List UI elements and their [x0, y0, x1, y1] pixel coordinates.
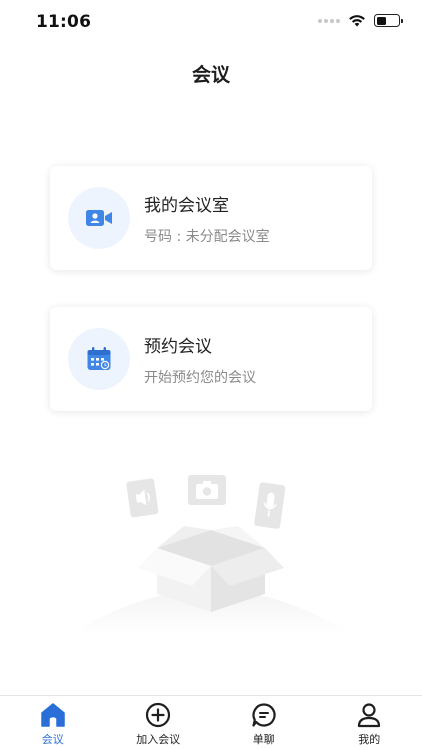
- tab-meeting[interactable]: 会议: [0, 696, 106, 750]
- card-subtitle: 开始预约您的会议: [144, 369, 256, 386]
- cellular-signal-icon: [318, 18, 340, 23]
- card-title: 我的会议室: [144, 195, 229, 216]
- speaker-icon: [126, 478, 159, 518]
- empty-box-illustration: [70, 475, 352, 635]
- tab-label: 加入会议: [136, 733, 181, 746]
- microphone-icon: [254, 482, 286, 529]
- tab-label: 我的: [358, 733, 381, 746]
- video-camera-icon: [86, 210, 112, 226]
- page-title: 会议: [191, 64, 230, 86]
- tab-mine[interactable]: 我的: [317, 696, 422, 750]
- chat-bubble-icon: [252, 703, 276, 727]
- wifi-icon: [349, 15, 365, 27]
- plus-circle-icon: [146, 702, 171, 728]
- camera-icon: [188, 475, 226, 505]
- tab-label: 单聊: [252, 733, 275, 746]
- tab-bar: 会议 加入会议 单聊 我的: [0, 695, 422, 750]
- calendar-icon: [87, 347, 111, 370]
- home-icon: [41, 703, 65, 727]
- card-subtitle: 号码 : 未分配会议室: [144, 228, 270, 245]
- my-meeting-room-card[interactable]: 我的会议室 号码 : 未分配会议室: [50, 166, 372, 270]
- schedule-meeting-card[interactable]: 预约会议 开始预约您的会议: [50, 307, 372, 411]
- card-title: 预约会议: [144, 336, 212, 357]
- card-icon-circle: [68, 187, 130, 249]
- tab-label: 会议: [41, 733, 64, 746]
- card-icon-circle: [68, 328, 130, 390]
- tab-join-meeting[interactable]: 加入会议: [106, 696, 212, 750]
- status-indicators: [318, 14, 403, 27]
- tab-single-chat[interactable]: 单聊: [211, 696, 317, 750]
- status-time: 11:06: [36, 12, 92, 32]
- battery-icon: [374, 14, 403, 27]
- status-bar: 11:06: [0, 0, 422, 44]
- person-icon: [358, 703, 381, 728]
